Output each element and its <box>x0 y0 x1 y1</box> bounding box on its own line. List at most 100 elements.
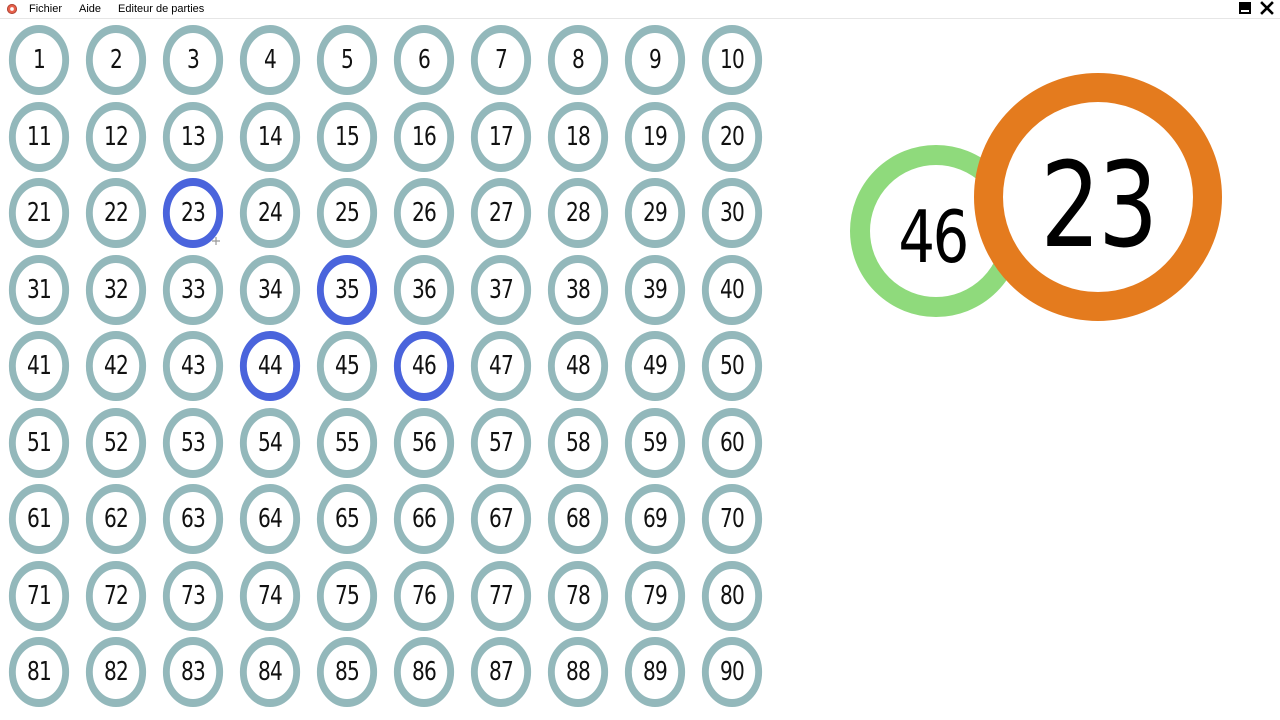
number-ball[interactable]: 7 <box>470 25 532 95</box>
number-ball[interactable]: 6 <box>393 25 455 95</box>
number-ball[interactable]: 51 <box>8 407 70 478</box>
board-cell: 11 <box>4 101 81 179</box>
number-ball[interactable]: 57 <box>470 407 532 478</box>
number-ball[interactable]: 30 <box>701 178 763 248</box>
number-ball[interactable]: 90 <box>701 637 763 707</box>
number-ball-called[interactable]: 46 <box>393 331 455 401</box>
number-ball[interactable]: 12 <box>85 101 147 172</box>
number-ball[interactable]: 43 <box>162 331 224 401</box>
number-ball[interactable]: 84 <box>239 637 301 707</box>
number-ball[interactable]: 73 <box>162 560 224 631</box>
number-ball[interactable]: 60 <box>701 407 763 478</box>
number-ball[interactable]: 45 <box>316 331 378 401</box>
number-ball[interactable]: 53 <box>162 407 224 478</box>
number-ball[interactable]: 55 <box>316 407 378 478</box>
number-ball[interactable]: 15 <box>316 101 378 172</box>
menu-fichier[interactable]: Fichier <box>29 3 62 15</box>
number-ball[interactable]: 70 <box>701 484 763 554</box>
board-cell: 78 <box>543 560 620 638</box>
number-ball[interactable]: 41 <box>8 331 70 401</box>
number-ball[interactable]: 9 <box>624 25 686 95</box>
number-ball[interactable]: 38 <box>547 254 609 325</box>
number-ball[interactable]: 58 <box>547 407 609 478</box>
number-ball[interactable]: 86 <box>393 637 455 707</box>
number-ball[interactable]: 40 <box>701 254 763 325</box>
number-ball[interactable]: 27 <box>470 178 532 248</box>
number-ball[interactable]: 77 <box>470 560 532 631</box>
board-cell: 67 <box>466 484 543 561</box>
number-ball[interactable]: 52 <box>85 407 147 478</box>
number-ball[interactable]: 22 <box>85 178 147 248</box>
number-ball[interactable]: 37 <box>470 254 532 325</box>
number-ball[interactable]: 61 <box>8 484 70 554</box>
number-ball[interactable]: 20 <box>701 101 763 172</box>
number-ball[interactable]: 31 <box>8 254 70 325</box>
number-ball[interactable]: 3 <box>162 25 224 95</box>
number-ball[interactable]: 17 <box>470 101 532 172</box>
number-ball[interactable]: 68 <box>547 484 609 554</box>
number-ball[interactable]: 13 <box>162 101 224 172</box>
number-ball[interactable]: 48 <box>547 331 609 401</box>
number-ball[interactable]: 54 <box>239 407 301 478</box>
number-ball-called[interactable]: 44 <box>239 331 301 401</box>
number-ball[interactable]: 59 <box>624 407 686 478</box>
number-ball[interactable]: 8 <box>547 25 609 95</box>
number-ball[interactable]: 42 <box>85 331 147 401</box>
close-icon[interactable] <box>1260 1 1274 15</box>
number-ball[interactable]: 79 <box>624 560 686 631</box>
number-ball[interactable]: 26 <box>393 178 455 248</box>
number-ball[interactable]: 4 <box>239 25 301 95</box>
number-ball[interactable]: 16 <box>393 101 455 172</box>
number-ball[interactable]: 81 <box>8 637 70 707</box>
number-ball[interactable]: 66 <box>393 484 455 554</box>
number-ball[interactable]: 24 <box>239 178 301 248</box>
number-ball[interactable]: 32 <box>85 254 147 325</box>
number-ball[interactable]: 89 <box>624 637 686 707</box>
number-ball[interactable]: 1 <box>8 25 70 95</box>
menu-editeur-de-parties[interactable]: Editeur de parties <box>118 3 204 15</box>
minimize-icon[interactable] <box>1238 1 1252 15</box>
number-ball[interactable]: 21 <box>8 178 70 248</box>
number-ball[interactable]: 28 <box>547 178 609 248</box>
number-ball[interactable]: 2 <box>85 25 147 95</box>
number-ball[interactable]: 78 <box>547 560 609 631</box>
number-ball[interactable]: 39 <box>624 254 686 325</box>
number-ball[interactable]: 65 <box>316 484 378 554</box>
number-ball[interactable]: 88 <box>547 637 609 707</box>
number-ball[interactable]: 63 <box>162 484 224 554</box>
number-ball[interactable]: 33 <box>162 254 224 325</box>
app-logo-icon[interactable] <box>7 4 17 14</box>
number-ball-called[interactable]: 35 <box>316 254 378 325</box>
number-ball[interactable]: 62 <box>85 484 147 554</box>
number-ball[interactable]: 56 <box>393 407 455 478</box>
number-ball[interactable]: 29 <box>624 178 686 248</box>
number-ball[interactable]: 14 <box>239 101 301 172</box>
number-ball[interactable]: 85 <box>316 637 378 707</box>
number-ball[interactable]: 25 <box>316 178 378 248</box>
number-ball[interactable]: 11 <box>8 101 70 172</box>
number-ball[interactable]: 10 <box>701 25 763 95</box>
number-ball[interactable]: 87 <box>470 637 532 707</box>
menu-aide[interactable]: Aide <box>79 3 101 15</box>
number-ball[interactable]: 5 <box>316 25 378 95</box>
number-ball[interactable]: 76 <box>393 560 455 631</box>
number-ball[interactable]: 83 <box>162 637 224 707</box>
number-ball[interactable]: 64 <box>239 484 301 554</box>
number-ball[interactable]: 71 <box>8 560 70 631</box>
number-ball[interactable]: 69 <box>624 484 686 554</box>
number-ball[interactable]: 34 <box>239 254 301 325</box>
number-ball[interactable]: 80 <box>701 560 763 631</box>
number-ball[interactable]: 19 <box>624 101 686 172</box>
number-ball[interactable]: 72 <box>85 560 147 631</box>
number-ball[interactable]: 49 <box>624 331 686 401</box>
board-cell: 13 <box>158 101 235 179</box>
number-ball[interactable]: 82 <box>85 637 147 707</box>
number-ball[interactable]: 74 <box>239 560 301 631</box>
number-ball[interactable]: 75 <box>316 560 378 631</box>
number-ball[interactable]: 50 <box>701 331 763 401</box>
board-cell: 86 <box>389 637 466 714</box>
number-ball[interactable]: 18 <box>547 101 609 172</box>
number-ball[interactable]: 47 <box>470 331 532 401</box>
number-ball[interactable]: 36 <box>393 254 455 325</box>
number-ball[interactable]: 67 <box>470 484 532 554</box>
